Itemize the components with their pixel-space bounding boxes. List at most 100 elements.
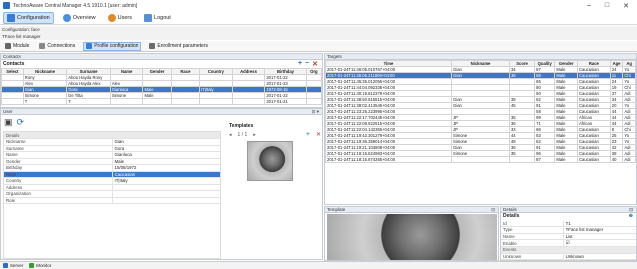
tab-module[interactable]: Module <box>3 43 31 49</box>
template-pager: 1 / 1 <box>237 131 248 138</box>
main-toolbar: Configuration Overview Users Logout <box>0 11 637 25</box>
details-expand-icon[interactable]: ⊕ <box>629 213 633 220</box>
toolbar-overview-button[interactable]: Overview <box>60 12 99 24</box>
maximize-button[interactable]: □ <box>605 2 609 10</box>
template-pane-pin-icon[interactable]: ⊡ <box>491 207 495 212</box>
status-bar: Server Monitor <box>0 261 637 269</box>
contact-cell <box>170 98 201 105</box>
config-nav: Module Connections Profile configuration… <box>0 41 637 52</box>
tab-label: Module <box>13 43 30 49</box>
tab-label: Profile configuration <box>94 43 139 49</box>
user-pane: User ⊡ ▾ ▣ ⟳ Details Nickname Gian Surname… <box>0 108 323 260</box>
breadcrumb: Configuration: face <box>0 26 637 33</box>
template-pane-header: Template ⊡ <box>325 207 498 213</box>
status-label: Monitor <box>36 263 52 268</box>
toolbar-label: Users <box>117 14 133 21</box>
contact-cell <box>199 98 233 105</box>
remove-template-icon[interactable]: ✕ <box>316 131 321 138</box>
select-checkbox[interactable] <box>1 98 24 105</box>
enrollment-icon <box>149 43 156 49</box>
target-row[interactable]: 2017-01-24T11:18:15.874265+04:00 87 Male Ca… <box>324 156 636 163</box>
tab-label: Connections <box>47 43 76 49</box>
toolbar-label: Overview <box>72 14 96 21</box>
next-template-button[interactable]: ▸ <box>253 132 256 138</box>
user-properties: Details Nickname Gian Surname Gora Name Gianl… <box>3 131 221 259</box>
toolbar-label: Logout <box>154 14 171 21</box>
tab-connections[interactable]: Connections <box>37 43 77 49</box>
prop-value[interactable] <box>112 197 220 204</box>
toolbar-configuration-button[interactable]: Configuration <box>3 11 54 24</box>
prop-key: Role <box>4 197 113 204</box>
add-contact-icon[interactable]: + <box>298 60 302 68</box>
prev-template-button[interactable]: ◂ <box>229 132 232 138</box>
tab-profile-configuration[interactable]: Profile configuration <box>83 41 142 51</box>
contact-cell <box>109 98 144 105</box>
targets-table: Time Nickname Score Quality Gender Race Age Ag … <box>324 60 636 163</box>
contacts-pane: Contacts Contacts + − ✕ Select Nickname Su… <box>0 53 323 108</box>
tab-enrollment-parameters[interactable]: Enrollment parameters <box>147 43 210 49</box>
delete-contact-icon[interactable]: ✕ <box>312 60 318 68</box>
close-button[interactable]: ✕ <box>623 2 629 10</box>
details-pane: Details ⊡ Details ⊕ Id T1 Type TFace list m… <box>500 206 637 269</box>
target-cell <box>451 156 510 163</box>
wrench-icon <box>7 13 15 22</box>
add-template-icon[interactable]: + <box>306 131 310 138</box>
user-prop-row[interactable]: Role <box>4 197 220 204</box>
user-props-table: Details Nickname Gian Surname Gora Name Gianl… <box>4 132 220 204</box>
template-face-image[interactable] <box>247 141 293 181</box>
status-monitor-button[interactable]: Monitor <box>29 263 51 268</box>
target-cell: Adi <box>622 156 636 163</box>
details-pane-pin-icon[interactable]: ⊡ <box>629 207 633 212</box>
refresh-icon[interactable]: ⟳ <box>17 117 25 128</box>
save-icon[interactable]: ▣ <box>4 117 13 128</box>
pane-pin-icon[interactable]: ⊡ ▾ <box>312 109 319 114</box>
template-pane-title: Template <box>327 207 346 212</box>
minimize-button[interactable]: – <box>587 2 591 10</box>
contact-row[interactable]: T T 2017-01-21 <box>1 98 323 105</box>
contacts-title: Contacts <box>3 61 25 67</box>
contact-cell: T <box>22 98 68 105</box>
toolbar-logout-button[interactable]: Logout <box>141 12 174 24</box>
status-label: Server <box>10 263 24 268</box>
templates-panel: Templates ◂ 1 / 1 ▸ + ✕ <box>229 123 321 181</box>
contact-cell <box>305 98 323 105</box>
details-pane-title: Details <box>503 207 517 212</box>
toolbar-label: Configuration <box>17 14 50 21</box>
module-icon <box>5 43 11 49</box>
monitor-icon <box>29 263 35 268</box>
status-server-button[interactable]: Server <box>3 263 23 268</box>
toolbar-users-button[interactable]: Users <box>105 12 135 24</box>
user-pane-title: User <box>3 109 13 114</box>
app-logo-icon <box>3 2 10 9</box>
targets-pane: Targets Time Nickname Score Quality Gender Ra… <box>324 53 637 205</box>
remove-contact-icon[interactable]: − <box>305 60 309 68</box>
prop-value[interactable]: ☑ <box>563 239 636 247</box>
target-cell: Male <box>554 156 578 163</box>
target-cell <box>508 156 536 163</box>
title-bar: TechnoAware Central Manager 4.5.1910.1 [… <box>0 0 637 11</box>
server-icon <box>3 263 8 268</box>
templates-title: Templates <box>229 123 254 129</box>
contact-cell: 2017-01-21 <box>264 98 307 105</box>
column-header[interactable]: Age <box>609 60 624 67</box>
camera-frame-image <box>327 214 497 260</box>
details-inner-title: Details <box>503 213 520 219</box>
connections-icon <box>39 43 46 49</box>
target-cell: 2017-01-24T11:18:15.874265+04:00 <box>324 156 453 163</box>
details-row[interactable]: Enable ☑ <box>501 239 636 247</box>
contact-cell <box>142 98 172 105</box>
target-cell: Caucasian <box>577 156 611 163</box>
profile-icon <box>86 43 93 49</box>
users-icon <box>107 13 116 22</box>
search-icon <box>62 13 71 22</box>
prop-key: Enable <box>501 239 564 247</box>
column-header[interactable]: Quality <box>534 60 556 67</box>
contact-cell: T <box>66 98 111 105</box>
logout-icon <box>144 13 153 22</box>
target-cell: 40 <box>609 156 624 163</box>
contact-cell <box>231 98 266 105</box>
tab-label: Enrollment parameters <box>157 43 208 49</box>
window-title: TechnoAware Central Manager 4.5.1910.1 [… <box>13 2 138 9</box>
sub-breadcrumb: TFace list manager <box>0 33 637 40</box>
template-pane: Template ⊡ <box>324 206 499 261</box>
